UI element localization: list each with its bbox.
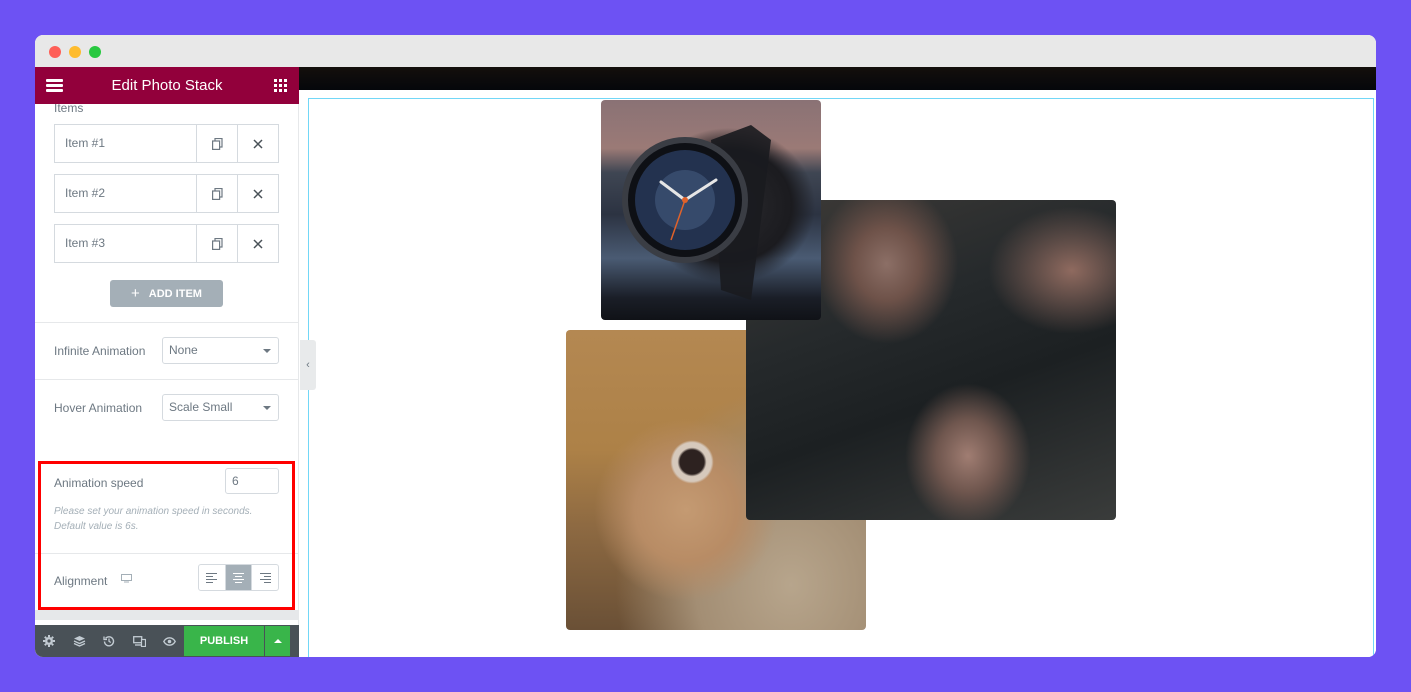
minimize-window-button[interactable] xyxy=(69,46,81,58)
animation-speed-input[interactable]: 6 xyxy=(225,468,279,494)
publish-options-button[interactable] xyxy=(265,626,290,656)
maximize-window-button[interactable] xyxy=(89,46,101,58)
align-right-icon xyxy=(259,572,271,583)
panel-footer: PUBLISH xyxy=(35,625,299,657)
watch-illustration xyxy=(622,125,771,300)
repeater-item[interactable]: Item #3 xyxy=(54,224,279,263)
browser-window: Items Item #1 Item #2 Item #3 + ADD ITEM… xyxy=(35,35,1376,657)
plus-icon: + xyxy=(131,285,140,302)
header-image-strip xyxy=(299,67,1376,90)
infinite-animation-value: None xyxy=(169,343,198,357)
animation-speed-label: Animation speed xyxy=(54,476,144,490)
alignment-label: Alignment xyxy=(54,574,108,588)
repeater-item-label[interactable]: Item #2 xyxy=(55,175,196,212)
grid-icon[interactable] xyxy=(274,79,287,92)
copy-icon xyxy=(211,137,223,150)
section-separator xyxy=(35,610,299,619)
publish-button[interactable]: PUBLISH xyxy=(184,626,264,656)
alignment-control xyxy=(198,564,279,591)
close-icon xyxy=(253,238,263,249)
add-item-button[interactable]: + ADD ITEM xyxy=(110,280,223,307)
align-center-button[interactable] xyxy=(225,565,253,590)
close-window-button[interactable] xyxy=(49,46,61,58)
copy-icon xyxy=(211,187,223,200)
copy-icon xyxy=(211,237,223,250)
align-center-icon xyxy=(233,572,244,583)
editor-panel: Items Item #1 Item #2 Item #3 + ADD ITEM… xyxy=(35,67,299,657)
hover-animation-select[interactable]: Scale Small xyxy=(162,394,279,421)
title-bar xyxy=(35,35,1376,67)
remove-button[interactable] xyxy=(237,225,278,262)
collapse-panel-button[interactable]: ‹ xyxy=(300,340,316,390)
add-item-label: ADD ITEM xyxy=(148,287,202,300)
infinite-animation-select[interactable]: None xyxy=(162,337,279,364)
preview-icon[interactable] xyxy=(154,625,184,657)
close-icon xyxy=(253,138,263,149)
panel-title: Edit Photo Stack xyxy=(111,77,223,94)
history-icon[interactable] xyxy=(94,625,124,657)
divider xyxy=(35,379,299,380)
caret-up-icon xyxy=(273,639,282,643)
align-right-button[interactable] xyxy=(252,565,278,590)
close-icon xyxy=(253,188,263,199)
remove-button[interactable] xyxy=(237,175,278,212)
hover-animation-label: Hover Animation xyxy=(54,401,143,415)
chevron-down-icon xyxy=(263,349,271,353)
duplicate-button[interactable] xyxy=(196,225,237,262)
layers-icon[interactable] xyxy=(64,625,94,657)
preview-canvas: ‹ xyxy=(299,67,1376,657)
duplicate-button[interactable] xyxy=(196,175,237,212)
animation-speed-help: Please set your animation speed in secon… xyxy=(54,506,253,532)
settings-icon[interactable] xyxy=(35,625,64,657)
chevron-left-icon: ‹ xyxy=(306,359,310,371)
panel-header: Edit Photo Stack xyxy=(35,67,299,104)
divider xyxy=(35,322,299,323)
repeater-item-label[interactable]: Item #3 xyxy=(55,225,196,262)
divider xyxy=(35,553,299,554)
align-left-icon xyxy=(206,572,218,583)
infinite-animation-label: Infinite Animation xyxy=(54,344,146,358)
duplicate-button[interactable] xyxy=(196,125,237,162)
photo-smartwatch-product[interactable] xyxy=(601,100,821,320)
repeater-item-label[interactable]: Item #1 xyxy=(55,125,196,162)
chevron-down-icon xyxy=(263,406,271,410)
desktop-icon[interactable] xyxy=(121,574,132,583)
responsive-icon[interactable] xyxy=(124,625,154,657)
remove-button[interactable] xyxy=(237,125,278,162)
repeater-item[interactable]: Item #1 xyxy=(54,124,279,163)
align-left-button[interactable] xyxy=(199,565,226,590)
repeater-item[interactable]: Item #2 xyxy=(54,174,279,213)
hover-animation-value: Scale Small xyxy=(169,400,233,414)
